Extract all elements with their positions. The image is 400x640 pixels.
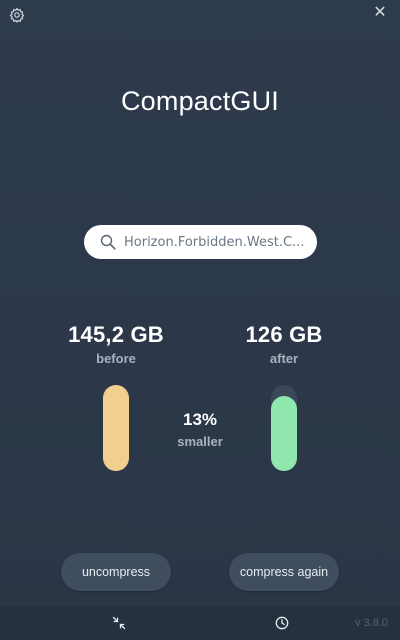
compress-arrows-icon[interactable] xyxy=(112,616,126,630)
after-label: after xyxy=(269,351,299,366)
before-bar-track xyxy=(103,385,129,471)
version-label: v 3.8.0 xyxy=(354,617,388,629)
gear-icon[interactable] xyxy=(9,7,25,23)
search-value: Horizon.Forbidden.West.C... xyxy=(124,234,305,250)
reduction-percent: 13% xyxy=(182,410,218,429)
before-bar-fill xyxy=(103,385,129,471)
reduction-label: smaller xyxy=(177,434,223,449)
search-icon xyxy=(100,234,116,250)
before-label: before xyxy=(96,351,136,366)
app-title: CompactGUI xyxy=(120,86,280,116)
uncompress-button[interactable]: uncompress xyxy=(61,553,171,591)
after-size: 126 GB xyxy=(245,322,323,347)
search-input[interactable]: Horizon.Forbidden.West.C... xyxy=(84,225,317,259)
footer-bar: v 3.8.0 xyxy=(0,606,400,640)
title-bar: ✕ xyxy=(0,0,400,28)
after-bar-fill xyxy=(271,396,297,471)
close-icon[interactable]: ✕ xyxy=(372,5,388,21)
clock-icon[interactable] xyxy=(275,616,289,630)
after-bar-track xyxy=(271,385,297,471)
before-size: 145,2 GB xyxy=(68,322,164,347)
compress-again-button[interactable]: compress again xyxy=(229,553,339,591)
